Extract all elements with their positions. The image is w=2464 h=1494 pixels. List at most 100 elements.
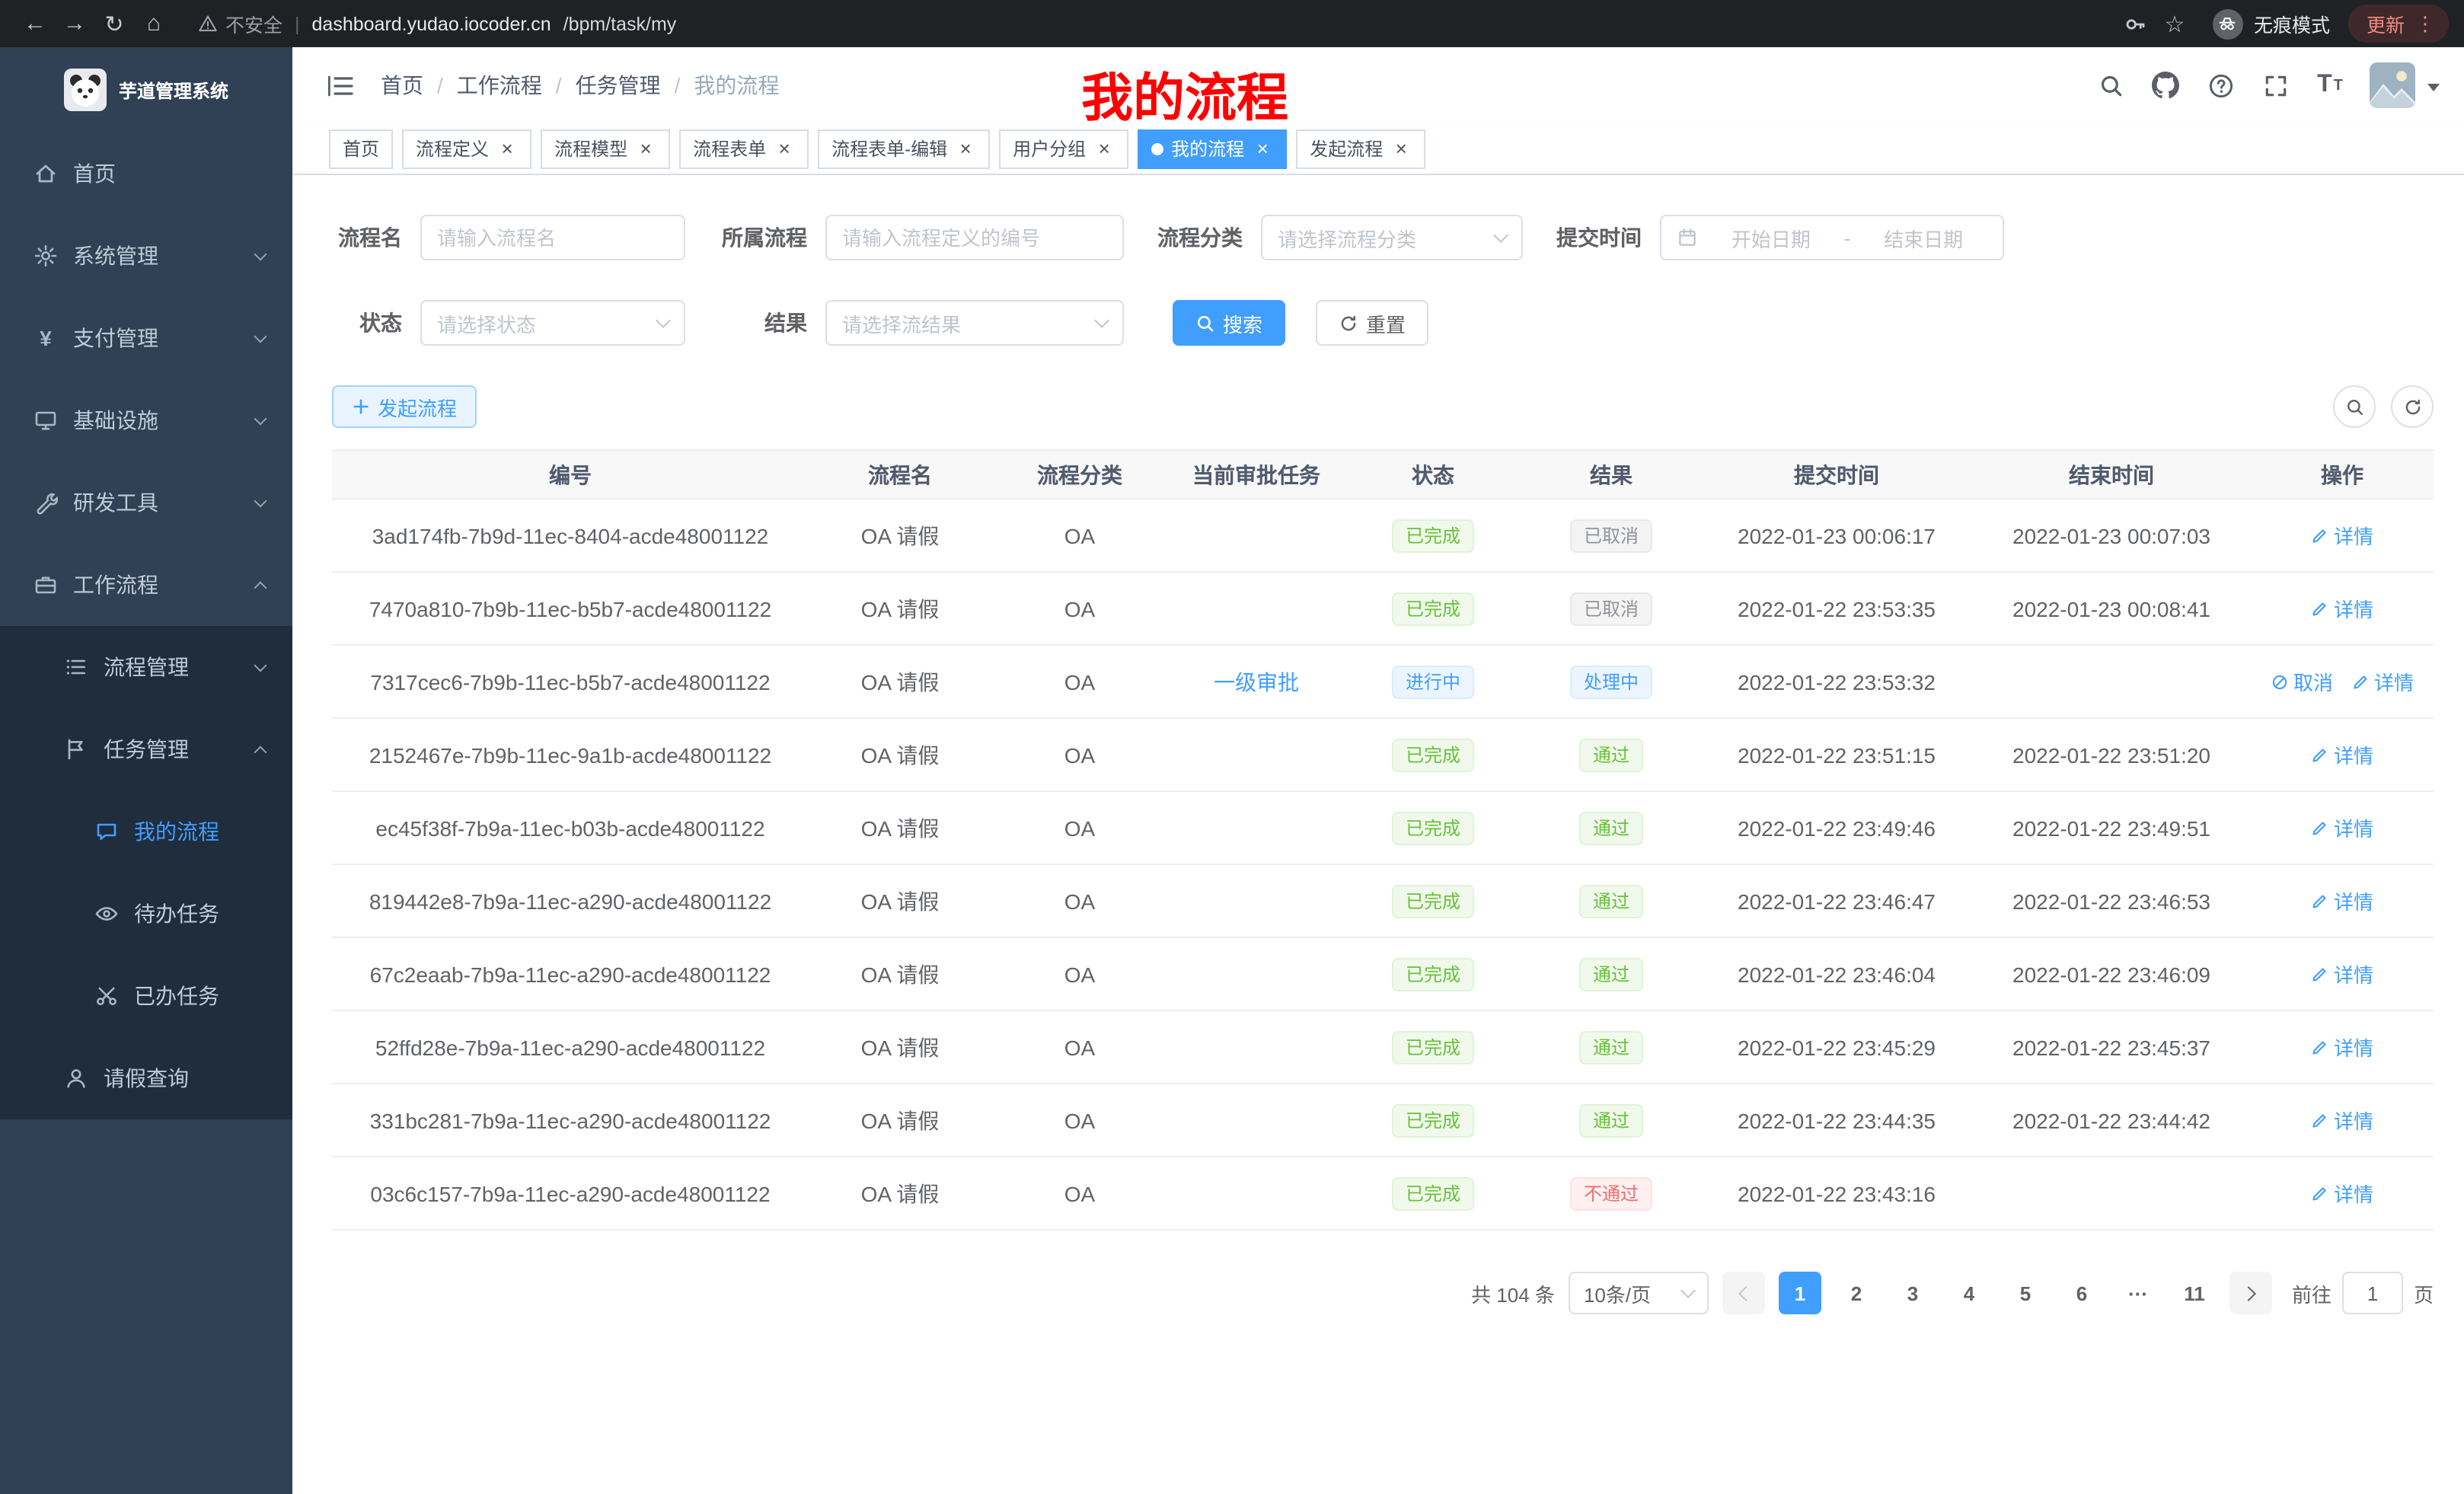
close-icon[interactable] <box>1093 138 1115 159</box>
refresh-table-button[interactable] <box>2391 385 2434 428</box>
close-icon[interactable] <box>1252 138 1273 159</box>
sidebar-item-leave-query[interactable]: 请假查询 <box>0 1037 292 1119</box>
sidebar-item-task-mgmt[interactable]: 任务管理 <box>0 708 292 790</box>
tab-user-group[interactable]: 用户分组 <box>999 129 1128 168</box>
page-size-select[interactable]: 10条/页 <box>1569 1272 1709 1314</box>
cell-actions: 详情 <box>2251 1084 2434 1157</box>
sidebar-item-done-tasks[interactable]: 已办任务 <box>0 955 292 1037</box>
cancel-link[interactable]: 取消 <box>2271 667 2333 696</box>
chevron-down-icon <box>254 659 267 672</box>
page-number[interactable]: 3 <box>1891 1272 1934 1314</box>
toggle-search-button[interactable] <box>2333 385 2376 428</box>
sidebar-item-label: 工作流程 <box>73 570 158 600</box>
reset-button[interactable]: 重置 <box>1316 300 1428 346</box>
cell-actions: 详情 <box>2251 791 2434 864</box>
navbar-actions <box>2086 61 2440 110</box>
task-link[interactable]: 一级审批 <box>1214 669 1299 694</box>
cell-id: ec45f38f-7b9a-11ec-b03b-acde48001122 <box>332 791 809 864</box>
detail-link[interactable]: 详情 <box>2311 959 2373 988</box>
browser-forward-icon[interactable]: → <box>55 4 94 43</box>
browser-home-icon[interactable]: ⌂ <box>134 4 174 43</box>
process-id-input[interactable] <box>825 215 1124 260</box>
close-icon[interactable] <box>774 138 795 159</box>
page-number[interactable]: 4 <box>1948 1272 1990 1314</box>
search-icon[interactable] <box>2086 61 2135 110</box>
detail-link[interactable]: 详情 <box>2311 813 2373 842</box>
cell-name: OA 请假 <box>809 937 991 1010</box>
sidebar-item-home[interactable]: 首页 <box>0 132 292 215</box>
detail-link[interactable]: 详情 <box>2311 740 2373 769</box>
page-number[interactable]: 5 <box>2004 1272 2047 1314</box>
detail-link[interactable]: 详情 <box>2311 521 2373 550</box>
close-icon[interactable] <box>1390 138 1412 159</box>
sidebar-item-my-process[interactable]: 我的流程 <box>0 790 292 873</box>
fullscreen-icon[interactable] <box>2251 61 2300 110</box>
browser-back-icon[interactable]: ← <box>15 4 55 43</box>
page-number[interactable]: 11 <box>2173 1272 2216 1314</box>
sidebar-toggle-icon[interactable] <box>317 62 362 108</box>
detail-link[interactable]: 详情 <box>2311 1106 2373 1135</box>
sidebar-item-system[interactable]: 系统管理 <box>0 215 292 297</box>
status-select[interactable]: 请选择状态 <box>420 300 685 346</box>
tab-start-process[interactable]: 发起流程 <box>1296 129 1425 168</box>
security-warning[interactable]: 不安全 <box>198 9 282 38</box>
browser-reload-icon[interactable]: ↻ <box>94 4 134 43</box>
help-icon[interactable] <box>2196 61 2245 110</box>
close-icon[interactable] <box>955 138 976 159</box>
browser-menu-icon[interactable]: ⋮ <box>2415 11 2435 36</box>
sidebar-item-todo-tasks[interactable]: 待办任务 <box>0 873 292 955</box>
github-icon[interactable] <box>2141 61 2190 110</box>
detail-link[interactable]: 详情 <box>2311 594 2373 623</box>
close-icon[interactable] <box>496 138 518 159</box>
font-size-icon[interactable] <box>2306 61 2354 110</box>
address-bar[interactable]: 不安全 dashboard.yudao.iocoder.cn/bpm/task/… <box>198 9 676 38</box>
detail-link[interactable]: 详情 <box>2351 667 2414 696</box>
chevron-down-icon <box>254 330 267 343</box>
passkey-icon[interactable] <box>2115 4 2155 43</box>
detail-link[interactable]: 详情 <box>2311 1179 2373 1208</box>
page-jump-input[interactable] <box>2342 1272 2403 1314</box>
breadcrumb-item[interactable]: 任务管理 <box>576 70 661 101</box>
cell-task <box>1168 1084 1345 1157</box>
date-start-placeholder[interactable]: 开始日期 <box>1707 223 1835 252</box>
page-number[interactable]: 2 <box>1835 1272 1878 1314</box>
close-icon[interactable] <box>635 138 656 159</box>
next-page-button[interactable] <box>2229 1272 2272 1314</box>
avatar-caret-icon[interactable] <box>2427 83 2440 97</box>
sidebar-item-process-mgmt[interactable]: 流程管理 <box>0 626 292 708</box>
cell-category: OA <box>991 645 1168 718</box>
sidebar-item-devtools[interactable]: 研发工具 <box>0 461 292 544</box>
date-end-placeholder[interactable]: 结束日期 <box>1859 223 1987 252</box>
tab-process-form[interactable]: 流程表单 <box>679 129 809 168</box>
prev-page-button[interactable] <box>1722 1272 1765 1314</box>
tab-my-process[interactable]: 我的流程 <box>1138 129 1287 168</box>
cell-end-time <box>1972 645 2251 718</box>
browser-update-button[interactable]: 更新 ⋮ <box>2348 5 2449 43</box>
category-select[interactable]: 请选择流程分类 <box>1261 215 1523 260</box>
sidebar-item-workflow[interactable]: 工作流程 <box>0 544 292 626</box>
result-select[interactable]: 请选择流结果 <box>825 300 1124 346</box>
cell-category: OA <box>991 718 1168 791</box>
search-button[interactable]: 搜索 <box>1173 300 1285 346</box>
breadcrumb-item[interactable]: 首页 <box>381 70 423 101</box>
cell-submit-time: 2022-01-22 23:49:46 <box>1701 791 1972 864</box>
avatar[interactable] <box>2370 62 2415 108</box>
bookmark-star-icon[interactable]: ☆ <box>2155 4 2194 43</box>
detail-link[interactable]: 详情 <box>2311 886 2373 915</box>
process-name-input[interactable] <box>420 215 685 260</box>
cell-task: 一级审批 <box>1168 645 1345 718</box>
date-range-picker[interactable]: 开始日期 - 结束日期 <box>1660 215 2004 260</box>
page-number[interactable]: 1 <box>1779 1272 1821 1314</box>
page-number[interactable]: 6 <box>2060 1272 2103 1314</box>
more-pages-icon[interactable]: ··· <box>2117 1272 2159 1314</box>
detail-link[interactable]: 详情 <box>2311 1033 2373 1061</box>
sidebar-item-payment[interactable]: 支付管理 <box>0 297 292 379</box>
tab-process-model[interactable]: 流程模型 <box>541 129 670 168</box>
breadcrumb-item[interactable]: 工作流程 <box>457 70 542 101</box>
tab-process-form-edit[interactable]: 流程表单-编辑 <box>818 129 990 168</box>
sidebar-item-infrastructure[interactable]: 基础设施 <box>0 379 292 461</box>
start-process-button[interactable]: 发起流程 <box>332 385 477 428</box>
tab-home[interactable]: 首页 <box>329 129 393 168</box>
table-toolbar: 发起流程 <box>332 385 2434 428</box>
tab-process-definition[interactable]: 流程定义 <box>402 129 531 168</box>
